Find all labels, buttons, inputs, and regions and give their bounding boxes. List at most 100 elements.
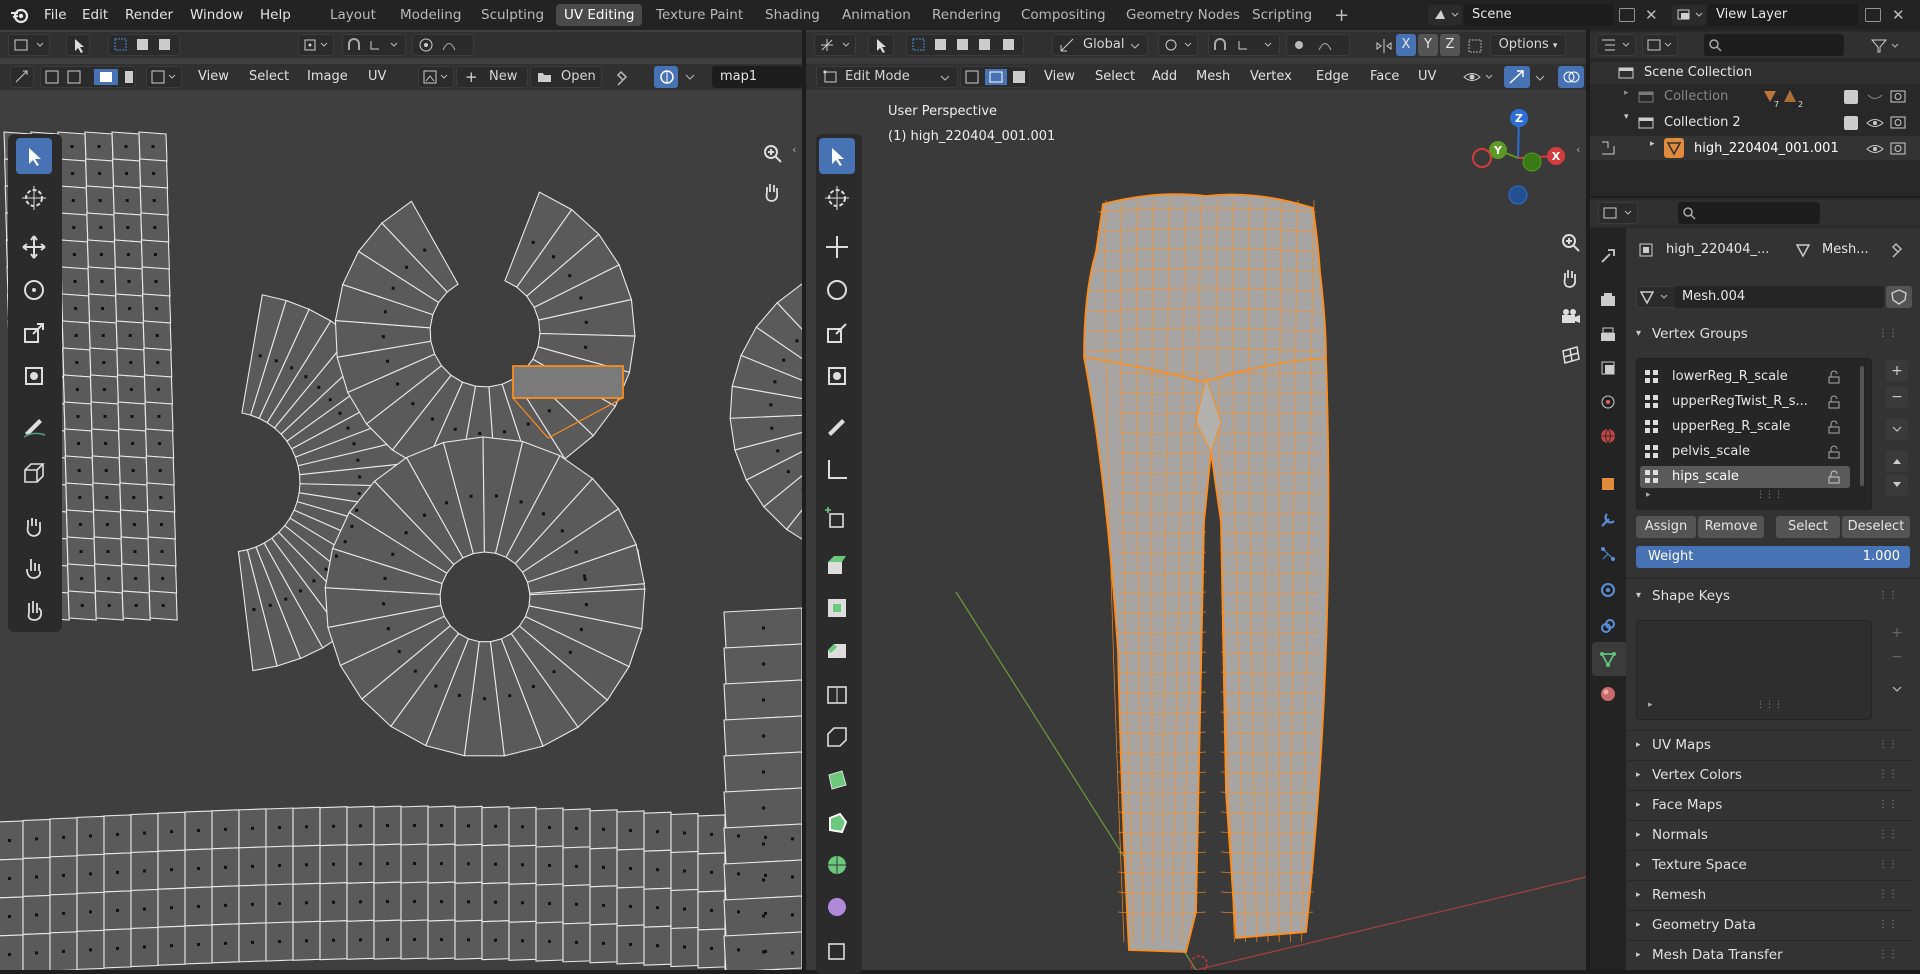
shape-key-specials-button[interactable] — [1886, 678, 1908, 700]
outliner-collection2-label[interactable]: Collection 2 — [1664, 112, 1741, 134]
view-layer-tab-icon[interactable] — [1594, 354, 1622, 382]
viewport-menu-uv[interactable]: UV — [1418, 64, 1436, 90]
vp-poly-build-icon[interactable] — [819, 762, 855, 798]
vp-annotate-icon[interactable] — [819, 408, 855, 444]
viewport-select-tool-icon[interactable] — [868, 34, 894, 56]
gizmo-dropdown-icon[interactable] — [1534, 72, 1546, 86]
outliner-object-label[interactable]: high_220404_001.001 — [1694, 138, 1839, 160]
mesh-data-tab-icon[interactable] — [1594, 645, 1622, 673]
vp-grid-view-icon[interactable] — [1554, 338, 1586, 370]
tab-texture-paint[interactable]: Texture Paint — [648, 4, 751, 26]
vp-shrink-icon[interactable] — [819, 889, 855, 925]
lock-icon[interactable] — [1826, 469, 1842, 485]
viewport-menu-vertex[interactable]: Vertex — [1250, 64, 1292, 90]
object-tab-icon[interactable] — [1594, 470, 1622, 498]
vp-camera-icon[interactable] — [1554, 300, 1586, 332]
normals-panel-header[interactable]: ▸Normals⋮⋮ — [1628, 820, 1912, 848]
physics-tab-icon[interactable] — [1594, 576, 1622, 604]
transform-orientation-dropdown[interactable]: Global — [1052, 34, 1148, 56]
tab-scripting[interactable]: Scripting — [1244, 4, 1320, 26]
vp-knife-icon[interactable] — [819, 719, 855, 755]
texture-space-drag-icon[interactable]: ⋮⋮ — [1878, 851, 1898, 879]
uv-display-icon[interactable] — [654, 66, 678, 88]
shape-keys-drag-icon[interactable]: ⋮⋮ — [1878, 582, 1898, 610]
auto-merge-icon[interactable] — [1466, 37, 1486, 58]
select-tool-icon[interactable] — [66, 34, 90, 56]
scene-name-field[interactable]: Scene — [1464, 4, 1614, 26]
vp-add-cube-icon[interactable] — [819, 500, 855, 536]
viewport-menu-face[interactable]: Face — [1370, 64, 1399, 90]
delete-view-layer-icon[interactable]: ✕ — [1892, 6, 1905, 24]
particles-tab-icon[interactable] — [1594, 540, 1622, 568]
vp-rotate-icon[interactable] — [819, 272, 855, 308]
uv-relax-icon[interactable] — [16, 550, 52, 586]
material-tab-icon[interactable] — [1594, 680, 1622, 708]
collection-render-icon[interactable] — [1890, 88, 1906, 107]
lock-icon[interactable] — [1826, 419, 1842, 435]
uv-menu-image[interactable]: Image — [307, 64, 348, 90]
scene-collection-label[interactable]: Scene Collection — [1644, 64, 1752, 82]
context-object-name[interactable]: high_220404_... — [1666, 240, 1769, 260]
vp-pan-icon[interactable] — [1554, 262, 1586, 294]
object-eye-icon[interactable] — [1866, 142, 1884, 159]
uv-move-icon[interactable] — [16, 229, 52, 265]
output-properties-tab-icon[interactable] — [1594, 320, 1622, 348]
uv-menu-uv[interactable]: UV — [368, 64, 386, 90]
vp-cursor-icon[interactable] — [819, 180, 855, 216]
selected-uv-face[interactable] — [513, 366, 623, 398]
shape-key-list[interactable] — [1636, 620, 1872, 720]
vertex-group-scrollbar[interactable] — [1860, 366, 1864, 486]
uv-scale-icon[interactable] — [16, 315, 52, 351]
mirror-y-toggle[interactable]: Y — [1418, 34, 1438, 56]
geometry-data-drag-icon[interactable]: ⋮⋮ — [1878, 911, 1898, 939]
filter-icon[interactable] — [1870, 37, 1904, 58]
remesh-panel-header[interactable]: ▸Remesh⋮⋮ — [1628, 880, 1912, 908]
overlay-toggle-icon[interactable] — [1558, 66, 1584, 88]
vp-zoom-icon[interactable] — [1554, 226, 1586, 258]
uv-sync-selection-icon[interactable] — [10, 66, 34, 88]
mirror-x-toggle[interactable]: X — [1396, 34, 1416, 56]
uv-canvas[interactable] — [0, 92, 802, 970]
uv-map-field[interactable]: map1 — [712, 66, 802, 88]
vertex-colors-drag-icon[interactable]: ⋮⋮ — [1878, 761, 1898, 789]
weight-slider[interactable]: Weight 1.000 — [1636, 546, 1910, 568]
outliner-search-input[interactable] — [1704, 34, 1844, 56]
assign-button[interactable]: Assign — [1636, 516, 1696, 538]
face-maps-drag-icon[interactable]: ⋮⋮ — [1878, 791, 1898, 819]
collection-hidden-eye-icon[interactable] — [1866, 90, 1884, 107]
uv-pinch-icon[interactable] — [16, 592, 52, 628]
tab-layout[interactable]: Layout — [322, 4, 384, 26]
snap-icon[interactable] — [342, 34, 406, 56]
object-mode-icon[interactable] — [1600, 140, 1616, 159]
tool-properties-tab-icon[interactable] — [1594, 242, 1622, 270]
collection2-expand-icon[interactable]: ▾ — [1624, 112, 1629, 122]
add-workspace-icon[interactable]: + — [1334, 5, 1349, 26]
delete-scene-icon[interactable]: ✕ — [1645, 6, 1658, 24]
context-pin-icon[interactable] — [1890, 242, 1906, 261]
visibility-eye-icon[interactable] — [1462, 68, 1496, 89]
object-expand-icon[interactable]: ▸ — [1650, 139, 1655, 149]
viewport-menu-add[interactable]: Add — [1152, 64, 1177, 90]
vp-sidebar-toggle-icon[interactable]: ‹ — [1576, 143, 1580, 156]
new-view-layer-icon[interactable] — [1865, 8, 1880, 22]
mesh-select-mode-buttons[interactable] — [960, 66, 1030, 88]
menu-render[interactable]: Render — [125, 0, 173, 30]
uv-rotate-icon[interactable] — [16, 272, 52, 308]
vp-extrude-icon[interactable] — [819, 547, 855, 583]
vp-smooth-icon[interactable] — [819, 847, 855, 883]
vertex-groups-panel-header[interactable]: ▾Vertex Groups⋮⋮ — [1628, 320, 1912, 348]
vp-scale-icon[interactable] — [819, 315, 855, 351]
mesh-pants[interactable] — [1084, 194, 1329, 952]
menu-help[interactable]: Help — [260, 0, 291, 30]
uv-select-box-icon[interactable] — [16, 138, 52, 174]
vp-shear-icon[interactable] — [819, 932, 855, 968]
blender-logo-icon[interactable] — [10, 6, 30, 24]
uv-maps-drag-icon[interactable]: ⋮⋮ — [1878, 731, 1898, 759]
gizmo-toggle-icon[interactable] — [1504, 66, 1530, 88]
vertex-group-row-active[interactable]: hips_scale — [1640, 466, 1850, 488]
mirror-icon[interactable] — [1374, 37, 1394, 58]
outliner-display-mode[interactable] — [1642, 34, 1678, 56]
viewport-menu-edge[interactable]: Edge — [1316, 64, 1349, 90]
view-layer-icon[interactable] — [1672, 5, 1706, 25]
vp-bevel-icon[interactable] — [819, 633, 855, 669]
